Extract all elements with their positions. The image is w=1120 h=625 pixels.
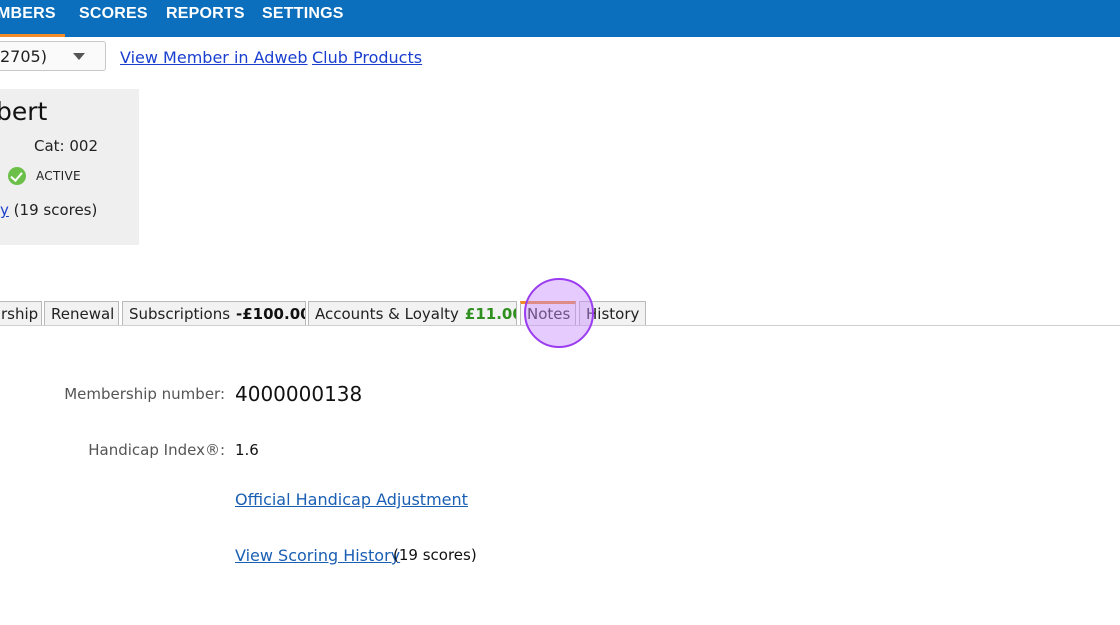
tab-label: Notes xyxy=(527,305,571,323)
tab-label: Accounts & Loyalty xyxy=(315,305,459,323)
official-handicap-adjustment-link[interactable]: Official Handicap Adjustment xyxy=(235,490,468,509)
scoring-history-count: (19 scores) xyxy=(393,546,477,564)
tab-renewal[interactable]: Renewal xyxy=(44,301,119,325)
check-circle-icon xyxy=(8,167,26,185)
tab-membership[interactable]: rship xyxy=(0,301,42,325)
nav-active-indicator xyxy=(0,34,65,37)
tab-notes[interactable]: Notes xyxy=(520,301,576,325)
status-badge: ACTIVE xyxy=(36,169,81,183)
nav-item-scores[interactable]: SCORES xyxy=(79,0,148,37)
nav-item-members[interactable]: MBERS xyxy=(0,0,56,37)
membership-number-value: 4000000138 xyxy=(235,382,363,406)
profile-scores: y (19 scores) xyxy=(0,201,97,219)
nav-item-settings[interactable]: SETTINGS xyxy=(262,0,344,37)
tab-accounts-loyalty[interactable]: Accounts & Loyalty £11.00 xyxy=(308,301,517,325)
member-category: Cat: 002 xyxy=(34,137,98,155)
member-select[interactable]: 2705) xyxy=(0,41,106,71)
tab-history[interactable]: History xyxy=(579,301,646,325)
profile-scoring-history-link[interactable]: y xyxy=(0,201,9,219)
loyalty-amount: £11.00 xyxy=(464,305,517,323)
tab-label: rship xyxy=(1,305,39,323)
membership-number-label: Membership number: xyxy=(64,385,225,403)
tab-label: History xyxy=(586,305,640,323)
profile-scores-count: (19 scores) xyxy=(13,201,98,219)
member-select-value: 2705) xyxy=(0,47,47,66)
nav-item-reports[interactable]: REPORTS xyxy=(166,0,245,37)
view-member-in-adweb-link[interactable]: View Member in Adweb xyxy=(120,48,308,67)
member-name: bert xyxy=(0,97,48,126)
subscriptions-amount: -£100.00 xyxy=(236,305,306,323)
chevron-down-icon xyxy=(73,53,85,60)
handicap-index-value: 1.6 xyxy=(235,441,259,459)
tab-label: Subscriptions xyxy=(129,305,231,323)
handicap-index-label: Handicap Index®: xyxy=(88,441,225,459)
club-products-link[interactable]: Club Products xyxy=(312,48,422,67)
tab-subscriptions[interactable]: Subscriptions -£100.00 xyxy=(122,301,306,325)
top-nav-bar: MBERS SCORES REPORTS SETTINGS xyxy=(0,0,1120,37)
tab-baseline xyxy=(0,325,1120,326)
tab-label: Renewal xyxy=(51,305,115,323)
view-scoring-history-link[interactable]: View Scoring History xyxy=(235,546,400,565)
